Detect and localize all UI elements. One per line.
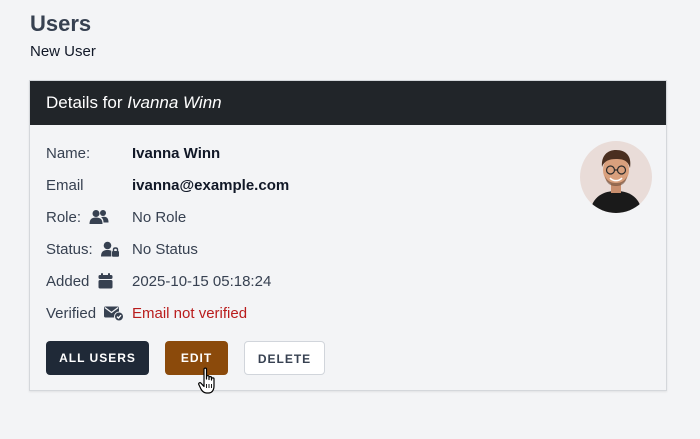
status-value: No Status — [132, 241, 198, 258]
calendar-icon — [98, 273, 113, 296]
page-title: Users — [30, 11, 92, 36]
status-label: Status: — [46, 241, 93, 258]
hand-pointer-icon — [198, 367, 220, 395]
status-label-wrap: Status: — [46, 239, 119, 264]
verified-label-wrap: Verified — [46, 303, 125, 328]
name-value: Ivanna Winn — [132, 145, 221, 162]
email-value: ivanna@example.com — [132, 177, 290, 194]
all-users-button[interactable]: ALL USERS — [46, 341, 149, 375]
verified-value: Email not verified — [132, 305, 248, 322]
page-subtitle: New User — [30, 43, 96, 60]
name-label: Name: — [46, 145, 91, 162]
role-label: Role: — [46, 209, 82, 226]
added-value: 2025-10-15 05:18:24 — [132, 273, 272, 290]
envelope-check-icon — [104, 305, 125, 328]
card-header-user-name: Ivanna Winn — [127, 93, 222, 112]
card-header: Details for Ivanna Winn — [30, 81, 666, 125]
card-header-prefix: Details for — [46, 93, 123, 112]
user-lock-icon — [100, 241, 119, 264]
delete-button[interactable]: DELETE — [244, 341, 325, 375]
user-details-card: Details for Ivanna Winn Name: Ivanna Win… — [29, 80, 667, 391]
added-label-wrap: Added — [46, 271, 113, 296]
added-label: Added — [46, 273, 90, 290]
role-value: No Role — [132, 209, 187, 226]
avatar — [580, 141, 652, 213]
users-icon — [89, 209, 109, 232]
email-label: Email — [46, 177, 84, 194]
role-label-wrap: Role: — [46, 207, 109, 232]
verified-label: Verified — [46, 305, 97, 322]
